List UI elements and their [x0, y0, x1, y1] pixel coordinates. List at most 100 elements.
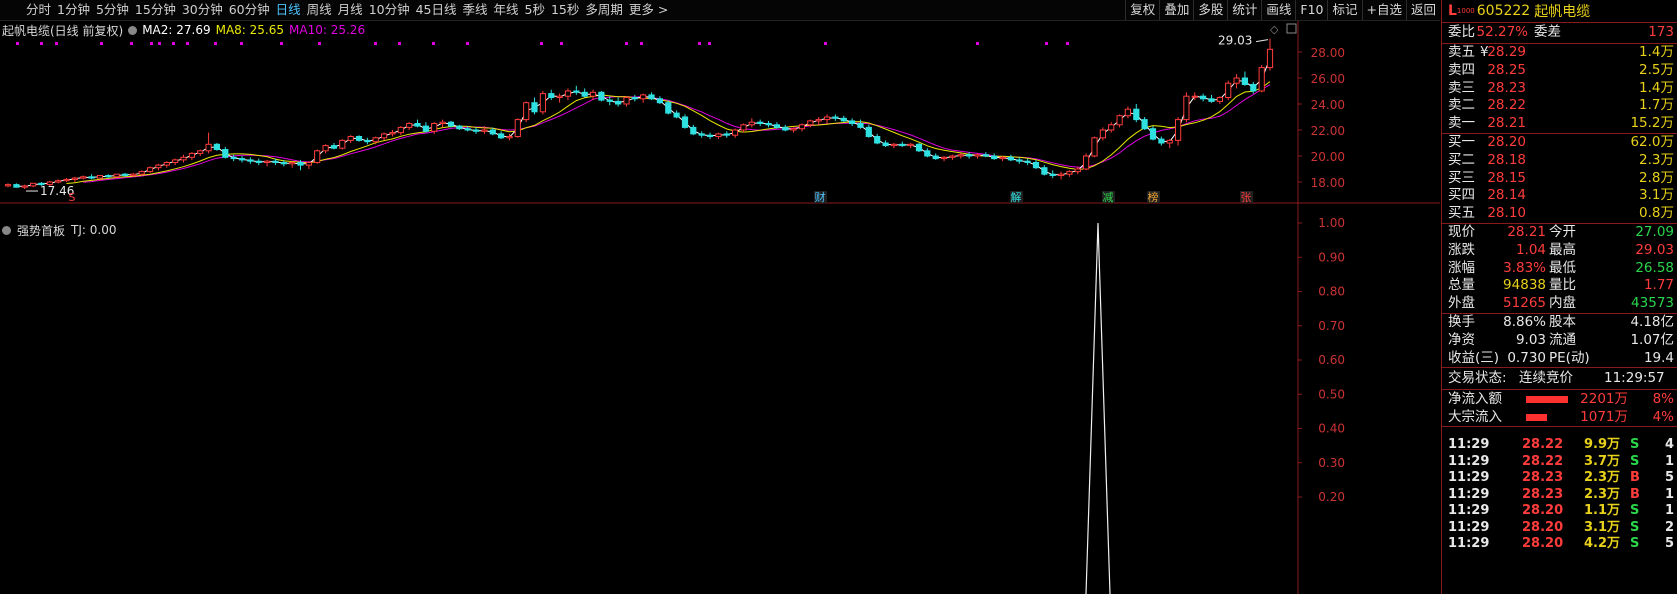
candle-body[interactable] [305, 162, 312, 166]
candle-body[interactable] [640, 94, 647, 100]
candle-body[interactable] [447, 121, 455, 127]
candle-body[interactable] [289, 162, 296, 165]
candle-body[interactable] [481, 129, 488, 132]
candle-body[interactable] [631, 97, 638, 100]
candle-body[interactable] [966, 154, 973, 157]
indicator-name[interactable]: 强势首板 [17, 222, 65, 239]
candle-body[interactable] [280, 162, 287, 165]
candle-body[interactable] [1166, 139, 1173, 144]
candle-body[interactable] [1016, 159, 1023, 162]
candle-body[interactable] [314, 150, 321, 164]
candle-body[interactable] [681, 116, 689, 128]
candle-body[interactable] [121, 173, 129, 176]
candle-body[interactable] [531, 102, 538, 113]
candle-body[interactable] [180, 156, 187, 161]
candle-body[interactable] [606, 99, 613, 102]
candle-body[interactable] [1066, 171, 1073, 175]
tool-button[interactable]: 多股 [1193, 0, 1227, 20]
candle-body[interactable] [949, 155, 956, 158]
candle-body[interactable] [849, 120, 856, 125]
candle-body[interactable] [372, 137, 379, 143]
tool-button[interactable]: 标记 [1327, 0, 1361, 20]
candle-body[interactable] [623, 97, 630, 105]
period-tab[interactable]: 更多 > [626, 0, 671, 20]
candle-body[interactable] [1116, 115, 1123, 126]
period-tab[interactable]: 5分钟 [93, 0, 132, 20]
candle-body[interactable] [347, 136, 354, 141]
candle-body[interactable] [1124, 108, 1132, 117]
candle-body[interactable] [205, 143, 212, 152]
candle-body[interactable] [1141, 119, 1148, 130]
candle-body[interactable] [1099, 129, 1107, 139]
candle-body[interactable] [472, 129, 480, 132]
period-tab[interactable]: 60分钟 [226, 0, 273, 20]
candle-body[interactable] [4, 184, 12, 187]
candle-body[interactable] [1149, 128, 1157, 140]
candle-body[interactable] [96, 175, 104, 179]
period-tab[interactable]: 15秒 [548, 0, 582, 20]
candle-body[interactable] [297, 162, 304, 166]
candle-body[interactable] [941, 156, 948, 160]
candle-body[interactable] [1041, 167, 1048, 175]
candle-body[interactable] [355, 136, 363, 141]
candle-body[interactable] [272, 160, 279, 163]
candle-body[interactable] [573, 90, 580, 93]
period-tab[interactable]: 季线 [460, 0, 491, 20]
tool-button[interactable]: F10 [1295, 0, 1327, 20]
period-tab[interactable]: 5秒 [522, 0, 548, 20]
candle-body[interactable] [924, 150, 931, 157]
diamond-icon[interactable]: ◇ [1270, 23, 1279, 36]
candle-body[interactable] [1175, 119, 1182, 141]
candle-body[interactable] [840, 117, 847, 122]
candle-body[interactable] [1241, 77, 1249, 85]
period-tab[interactable]: 月线 [335, 0, 366, 20]
candle-body[interactable] [172, 159, 179, 163]
candle-body[interactable] [974, 154, 981, 157]
candle-body[interactable] [932, 155, 939, 160]
candle-body[interactable] [1049, 173, 1056, 176]
candle-body[interactable] [230, 156, 237, 160]
candle-body[interactable] [1200, 95, 1207, 100]
candle-body[interactable] [163, 162, 170, 166]
candle-body[interactable] [882, 142, 889, 147]
candle-body[interactable] [464, 128, 471, 131]
candle-body[interactable] [556, 95, 563, 98]
candle-body[interactable] [815, 119, 822, 122]
candle-body[interactable] [322, 145, 329, 152]
candle-body[interactable] [1007, 156, 1014, 161]
candle-body[interactable] [865, 126, 872, 138]
candle-body[interactable] [907, 143, 914, 147]
candle-body[interactable] [1266, 48, 1274, 69]
candle-body[interactable] [732, 129, 739, 136]
candle-body[interactable] [222, 149, 229, 158]
candle-body[interactable] [264, 160, 271, 163]
candle-body[interactable] [138, 171, 145, 175]
candle-body[interactable] [706, 134, 714, 137]
candle-body[interactable] [489, 129, 496, 135]
candle-body[interactable] [581, 91, 588, 97]
candle-body[interactable] [113, 173, 120, 178]
candle-body[interactable] [389, 132, 396, 135]
candle-body[interactable] [748, 121, 755, 126]
candle-body[interactable] [105, 175, 112, 178]
candle-body[interactable] [381, 133, 388, 139]
tick-list[interactable]: 11:29 28.22 9.9万 S 4 11:29 28.22 3.7万 S 1 11:29 28.… [1442, 427, 1677, 553]
period-tab[interactable]: 多周期 [582, 0, 626, 20]
settings-circle-icon[interactable] [128, 25, 138, 35]
candle-body[interactable] [130, 173, 137, 176]
period-tab[interactable]: 1分钟 [54, 0, 93, 20]
period-tab[interactable]: 周线 [304, 0, 335, 20]
candle-body[interactable] [213, 143, 221, 151]
candle-body[interactable] [397, 126, 404, 134]
candle-body[interactable] [957, 154, 964, 157]
tool-button[interactable]: +自选 [1361, 0, 1406, 20]
candle-body[interactable] [80, 176, 87, 179]
candle-body[interactable] [1183, 95, 1190, 121]
indicator-settings-icon[interactable] [2, 225, 11, 235]
candle-body[interactable] [1024, 160, 1031, 163]
candle-body[interactable] [414, 123, 421, 127]
candle-body[interactable] [915, 143, 923, 152]
tool-button[interactable]: 复权 [1125, 0, 1159, 20]
candle-body[interactable] [1250, 84, 1257, 92]
candle-body[interactable] [548, 93, 555, 98]
